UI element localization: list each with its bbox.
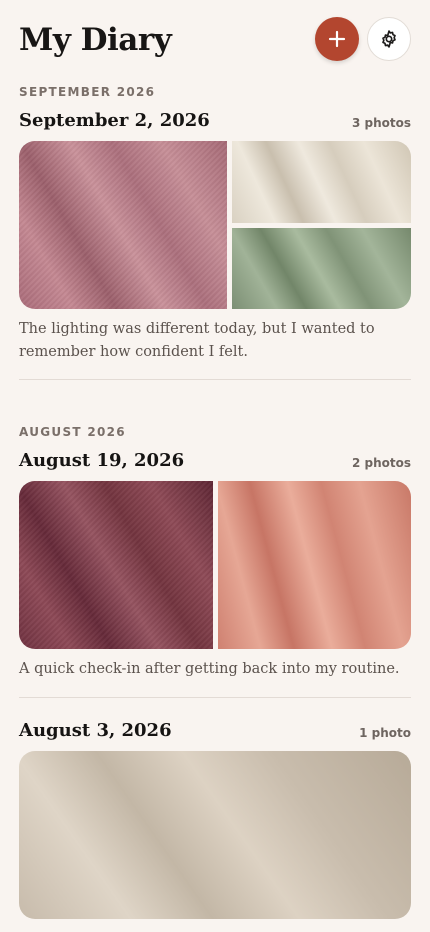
plus-icon <box>328 30 346 48</box>
app-header: My Diary <box>0 0 430 80</box>
entry-photo[interactable] <box>19 481 213 649</box>
divider <box>19 379 411 380</box>
entry-date: September 2, 2026 <box>19 110 210 131</box>
gear-icon <box>382 30 396 48</box>
divider <box>19 697 411 698</box>
entry-photo[interactable] <box>232 141 411 223</box>
month-label: SEPTEMBER 2026 <box>19 85 156 99</box>
photo-count: 3 photos <box>351 116 411 130</box>
photo-count: 1 photo <box>359 726 411 740</box>
add-entry-button[interactable] <box>315 17 359 61</box>
entry-photo[interactable] <box>232 228 411 309</box>
entry-photo[interactable] <box>218 481 411 649</box>
app-title: My Diary <box>19 22 172 58</box>
photo-count: 2 photos <box>351 456 411 470</box>
settings-button[interactable] <box>367 17 411 61</box>
entry-photo[interactable] <box>19 751 411 919</box>
entry-date: August 3, 2026 <box>19 720 172 741</box>
entry-caption: A quick check-in after getting back into… <box>19 661 400 677</box>
entry-photo[interactable] <box>19 141 227 309</box>
entry-caption: The lighting was different today, but I … <box>19 321 375 360</box>
month-label: AUGUST 2026 <box>19 425 126 439</box>
entry-date: August 19, 2026 <box>19 450 185 471</box>
